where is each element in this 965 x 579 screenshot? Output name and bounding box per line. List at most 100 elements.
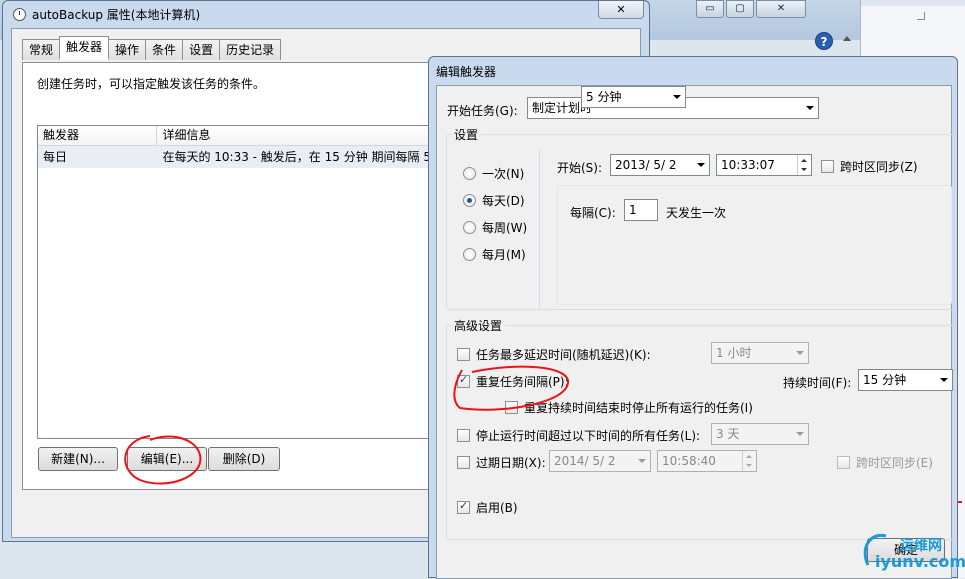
- chevron-down-icon: [673, 95, 681, 99]
- start-label: 开始(S):: [557, 161, 603, 175]
- duration-select[interactable]: 15 分钟: [858, 369, 953, 391]
- stop-longer-label: 停止运行时间超过以下时间的所有任务(L):: [476, 429, 701, 443]
- tab-general[interactable]: 常规: [22, 39, 61, 60]
- tab-triggers[interactable]: 触发器: [59, 36, 110, 60]
- settings-group: 一次(N) 每天(D) 每周(W) 每月(M) 开始(S): 2013/ 5/ …: [446, 134, 956, 310]
- delay-select[interactable]: 1 小时: [711, 342, 809, 364]
- radio-monthly-dot: [463, 248, 476, 261]
- expire-time-value: 10:58:40: [662, 454, 716, 468]
- every-unit-label: 天发生一次: [666, 206, 727, 220]
- start-time-value: 10:33:07: [721, 158, 775, 172]
- repeat-box: [457, 373, 470, 388]
- column-header-trigger[interactable]: 触发器: [38, 126, 158, 145]
- watermark-url: iyunv.com: [875, 552, 965, 571]
- chevron-down-icon: [796, 351, 804, 355]
- close-button[interactable]: ✕: [756, 0, 806, 18]
- expire-box: [457, 456, 470, 469]
- properties-title: autoBackup 属性(本地计算机): [32, 7, 201, 22]
- tab-history[interactable]: 历史记录: [219, 39, 282, 60]
- radio-once[interactable]: 一次(N): [463, 165, 524, 182]
- edit-trigger-dialog: 编辑触发器 开始任务(G): 制定计划时 一次(N) 每天(D) 每周(W) 每…: [428, 56, 958, 579]
- begin-task-label: 开始任务(G):: [447, 104, 518, 118]
- every-input[interactable]: 1: [624, 199, 658, 221]
- table-row[interactable]: 每日 在每天的 10:33 - 触发后，在 15 分钟 期间每隔 5: [38, 146, 456, 168]
- chevron-down-icon: [638, 459, 646, 463]
- stop-running-box: [505, 401, 518, 414]
- sync-timezone-label: 跨时区同步(Z): [840, 160, 918, 174]
- chevron-down-icon: [796, 432, 804, 436]
- stop-longer-select[interactable]: 3 天: [711, 423, 809, 445]
- properties-close-button[interactable]: ✕: [598, 1, 644, 19]
- tab-strip: 常规 触发器 操作 条件 设置 历史记录: [22, 36, 282, 60]
- radio-weekly-label: 每周(W): [482, 221, 528, 235]
- radio-daily-dot: [463, 194, 476, 207]
- delay-checkbox[interactable]: 任务最多延迟时间(随机延迟)(K):: [457, 346, 651, 363]
- stop-running-checkbox[interactable]: 重复持续时间结束时停止所有运行的任务(I): [505, 399, 753, 416]
- tab-conditions[interactable]: 条件: [145, 39, 184, 60]
- trigger-list-header: 触发器 详细信息: [38, 126, 456, 146]
- recurrence-group: 每隔(C): 1 天发生一次: [557, 185, 952, 305]
- edit-button[interactable]: 编辑(E)...: [127, 447, 207, 471]
- radio-monthly[interactable]: 每月(M): [463, 246, 526, 263]
- trigger-list[interactable]: 触发器 详细信息 每日 在每天的 10:33 - 触发后，在 15 分钟 期间每…: [37, 125, 457, 439]
- duration-value: 15 分钟: [863, 373, 907, 387]
- new-button[interactable]: 新建(N)...: [38, 447, 118, 471]
- duration-label: 持续时间(F):: [783, 376, 852, 390]
- repeat-interval-value: 5 分钟: [586, 90, 622, 104]
- chevron-down-icon: [940, 378, 948, 382]
- dialog-body: 开始任务(G): 制定计划时 一次(N) 每天(D) 每周(W) 每月(M) 开…: [436, 85, 956, 579]
- tab-actions[interactable]: 操作: [108, 39, 147, 60]
- delete-button[interactable]: 删除(D): [208, 447, 280, 471]
- spinner-icon[interactable]: [742, 451, 756, 471]
- radio-monthly-label: 每月(M): [482, 248, 526, 262]
- sync-timezone-checkbox[interactable]: 跨时区同步(Z): [821, 158, 918, 175]
- advanced-group-label: 高级设置: [451, 317, 506, 334]
- settings-group-label: 设置: [451, 126, 482, 143]
- background-window-buttons: ▭ ▢ ✕: [696, 0, 808, 18]
- repeat-checkbox[interactable]: 重复任务间隔(P):: [457, 373, 569, 390]
- properties-titlebar: autoBackup 属性(本地计算机): [13, 5, 200, 23]
- stop-longer-box: [457, 429, 470, 442]
- stop-longer-checkbox[interactable]: 停止运行时间超过以下时间的所有任务(L):: [457, 427, 700, 444]
- radio-once-dot: [463, 167, 476, 180]
- enabled-checkbox[interactable]: 启用(B): [457, 499, 518, 516]
- minimize-button[interactable]: ▭: [696, 0, 724, 18]
- start-date-picker[interactable]: 2013/ 5/ 2: [610, 154, 710, 176]
- expire-sync-label: 跨时区同步(E): [856, 456, 933, 470]
- clock-icon: [13, 7, 26, 21]
- enabled-box: [457, 499, 470, 514]
- expire-sync-box: [837, 456, 850, 469]
- repeat-label: 重复任务间隔(P):: [476, 375, 569, 389]
- radio-weekly-dot: [463, 221, 476, 234]
- start-date-value: 2013/ 5/ 2: [615, 158, 677, 172]
- expire-time-spinner[interactable]: 10:58:40: [657, 450, 757, 472]
- chevron-down-icon: [697, 163, 705, 167]
- radio-weekly[interactable]: 每周(W): [463, 219, 527, 236]
- details-cell: 在每天的 10:33 - 触发后，在 15 分钟 期间每隔 5: [162, 150, 431, 164]
- chevron-down-icon: [806, 106, 814, 110]
- spinner-icon[interactable]: [797, 155, 811, 175]
- expire-date-picker[interactable]: 2014/ 5/ 2: [549, 450, 651, 472]
- help-icon[interactable]: ?: [815, 32, 833, 50]
- delay-box: [457, 348, 470, 361]
- every-label: 每隔(C):: [570, 206, 616, 220]
- stop-longer-value: 3 天: [716, 427, 740, 441]
- column-header-details[interactable]: 详细信息: [157, 126, 456, 145]
- radio-daily[interactable]: 每天(D): [463, 192, 525, 209]
- expire-checkbox[interactable]: 过期日期(X):: [457, 454, 546, 471]
- triggers-description: 创建任务时，可以指定触发该任务的条件。: [37, 77, 266, 91]
- start-time-spinner[interactable]: 10:33:07: [716, 154, 812, 176]
- expire-sync-checkbox[interactable]: 跨时区同步(E): [837, 454, 933, 471]
- expire-label: 过期日期(X):: [476, 456, 546, 470]
- enabled-label: 启用(B): [476, 501, 518, 515]
- scroll-up-icon[interactable]: [843, 36, 851, 41]
- repeat-interval-select[interactable]: 5 分钟: [581, 86, 686, 108]
- delay-label: 任务最多延迟时间(随机延迟)(K):: [476, 348, 651, 362]
- settings-divider: [539, 149, 540, 309]
- tab-settings[interactable]: 设置: [182, 39, 221, 60]
- stop-running-label: 重复持续时间结束时停止所有运行的任务(I): [524, 401, 753, 415]
- sync-timezone-box: [821, 160, 834, 173]
- maximize-button[interactable]: ▢: [726, 0, 754, 18]
- expire-date-value: 2014/ 5/ 2: [554, 454, 616, 468]
- trigger-cell: 每日: [43, 150, 68, 164]
